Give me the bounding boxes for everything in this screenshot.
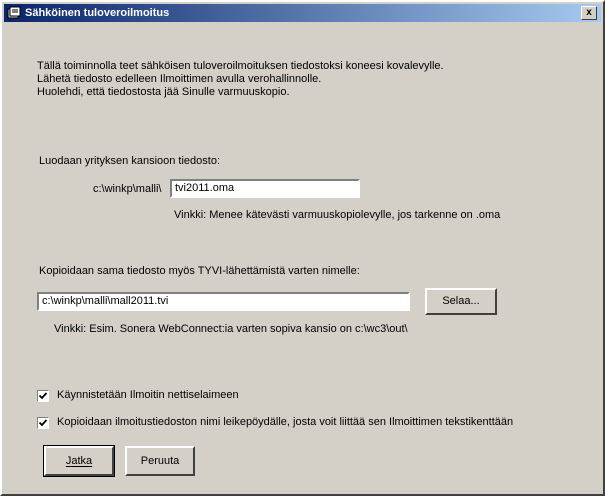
app-icon <box>7 6 21 20</box>
dialog-window: Sähköinen tuloveroilmoitus x Tällä toimi… <box>0 0 605 496</box>
copy-clipboard-label[interactable]: Kopioidaan ilmoitustiedoston nimi leikep… <box>57 416 513 428</box>
intro-line-2: Lähetä tiedosto edelleen Ilmoittimen avu… <box>37 73 322 85</box>
tyvi-path-input[interactable]: c:\winkp\malli\mall2011.tvi <box>37 292 410 311</box>
folder-path-prefix: c:\winkp\malli\ <box>93 183 162 195</box>
continue-button[interactable]: Jatka <box>43 445 115 477</box>
checkmark-icon <box>38 419 48 427</box>
tyvi-label: Kopioidaan sama tiedosto myös TYVI-lähet… <box>39 265 360 277</box>
filename-input[interactable]: tvi2011.oma <box>170 179 360 198</box>
title-bar[interactable]: Sähköinen tuloveroilmoitus x <box>4 4 601 22</box>
start-browser-label[interactable]: Käynnistetään Ilmoitin nettiselaimeen <box>57 389 239 401</box>
intro-line-1: Tällä toiminnolla teet sähköisen tulover… <box>37 60 444 72</box>
cancel-button[interactable]: Peruuta <box>125 446 195 476</box>
folder-label: Luodaan yrityksen kansioon tiedosto: <box>39 155 221 167</box>
intro-line-3: Huolehdi, että tiedostosta jää Sinulle v… <box>37 86 290 98</box>
copy-clipboard-checkbox[interactable] <box>37 417 49 429</box>
continue-button-label: Jatka <box>65 455 93 467</box>
folder-hint: Vinkki: Menee kätevästi varmuuskopiolevy… <box>174 209 501 221</box>
start-browser-checkbox[interactable] <box>37 390 49 402</box>
close-button[interactable]: x <box>581 6 597 20</box>
intro-text: Tällä toiminnolla teet sähköisen tulover… <box>37 60 557 99</box>
tyvi-hint: Vinkki: Esim. Sonera WebConnect:ia varte… <box>54 323 408 335</box>
window-title: Sähköinen tuloveroilmoitus <box>25 7 170 19</box>
checkmark-icon <box>38 392 48 400</box>
browse-button[interactable]: Selaa... <box>425 288 497 315</box>
